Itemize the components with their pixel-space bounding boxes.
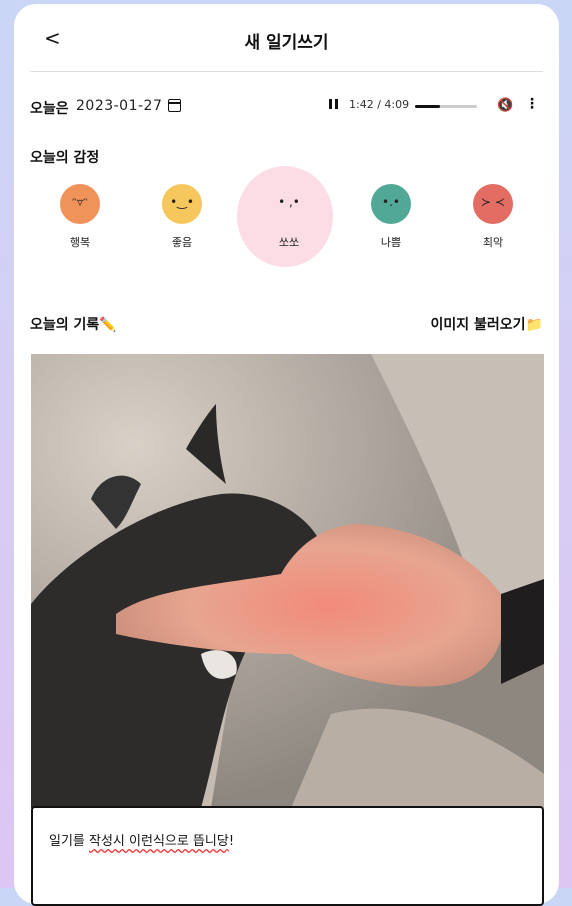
volume-mute-icon[interactable]: 🔇 — [497, 98, 513, 113]
diary-textarea[interactable]: 일기를 작성시 이런식으로 뜹니당! — [31, 806, 544, 906]
emotion-label: 쏘쏘 — [278, 236, 300, 249]
record-row: 오늘의 기록✏️ 이미지 불러오기📁 — [30, 312, 543, 336]
emotion-bad[interactable]: •.• 나쁨 — [341, 166, 441, 272]
emotion-worst[interactable]: ≻ ≺ 최악 — [443, 166, 543, 272]
date-label: 오늘은 — [30, 101, 69, 117]
cat-photo — [31, 354, 544, 808]
pause-icon[interactable] — [329, 99, 338, 109]
emotion-label: 좋음 — [171, 236, 193, 249]
progress-bar[interactable] — [415, 105, 477, 108]
emotion-label: 나쁨 — [380, 236, 402, 249]
date-row: 오늘은 2023-01-27 1:42 / 4:09 🔇 ⋮ — [30, 94, 543, 120]
diary-card: < 새 일기쓰기 오늘은 2023-01-27 1:42 / 4:09 🔇 ⋮ … — [14, 4, 559, 906]
photo-illustration — [31, 354, 544, 808]
emotion-list: ᵔ▿ᵔ 행복 •‿• 좋음 • ,• 쏘쏘 •.• 나쁨 ≻ ≺ 최악 — [30, 166, 543, 272]
record-section-title: 오늘의 기록✏️ — [30, 317, 117, 333]
soso-face-icon: • ,• — [269, 184, 309, 224]
emotion-good[interactable]: •‿• 좋음 — [132, 166, 232, 272]
worst-face-icon: ≻ ≺ — [473, 184, 513, 224]
calendar-icon[interactable] — [168, 99, 181, 112]
emotion-happy[interactable]: ᵔ▿ᵔ 행복 — [30, 166, 130, 272]
audio-player: 1:42 / 4:09 🔇 ⋮ — [313, 96, 543, 116]
progress-fill — [415, 105, 441, 108]
more-vertical-icon[interactable]: ⋮ — [525, 96, 539, 112]
good-face-icon: •‿• — [162, 184, 202, 224]
emotion-section-title: 오늘의 감정 — [30, 150, 100, 166]
emotion-soso[interactable]: • ,• 쏘쏘 — [237, 166, 339, 272]
import-image-button[interactable]: 이미지 불러오기📁 — [431, 314, 543, 334]
page-title: 새 일기쓰기 — [244, 33, 329, 53]
diary-text: 일기를 작성시 이런식으로 뜹니당! — [49, 834, 235, 849]
emotion-label: 행복 — [69, 236, 91, 249]
emotion-label: 최악 — [482, 236, 504, 249]
happy-face-icon: ᵔ▿ᵔ — [60, 184, 100, 224]
bad-face-icon: •.• — [371, 184, 411, 224]
player-time: 1:42 / 4:09 — [349, 98, 410, 111]
header-divider — [30, 71, 543, 72]
header: < 새 일기쓰기 — [14, 4, 559, 72]
date-input[interactable]: 2023-01-27 — [76, 98, 162, 114]
